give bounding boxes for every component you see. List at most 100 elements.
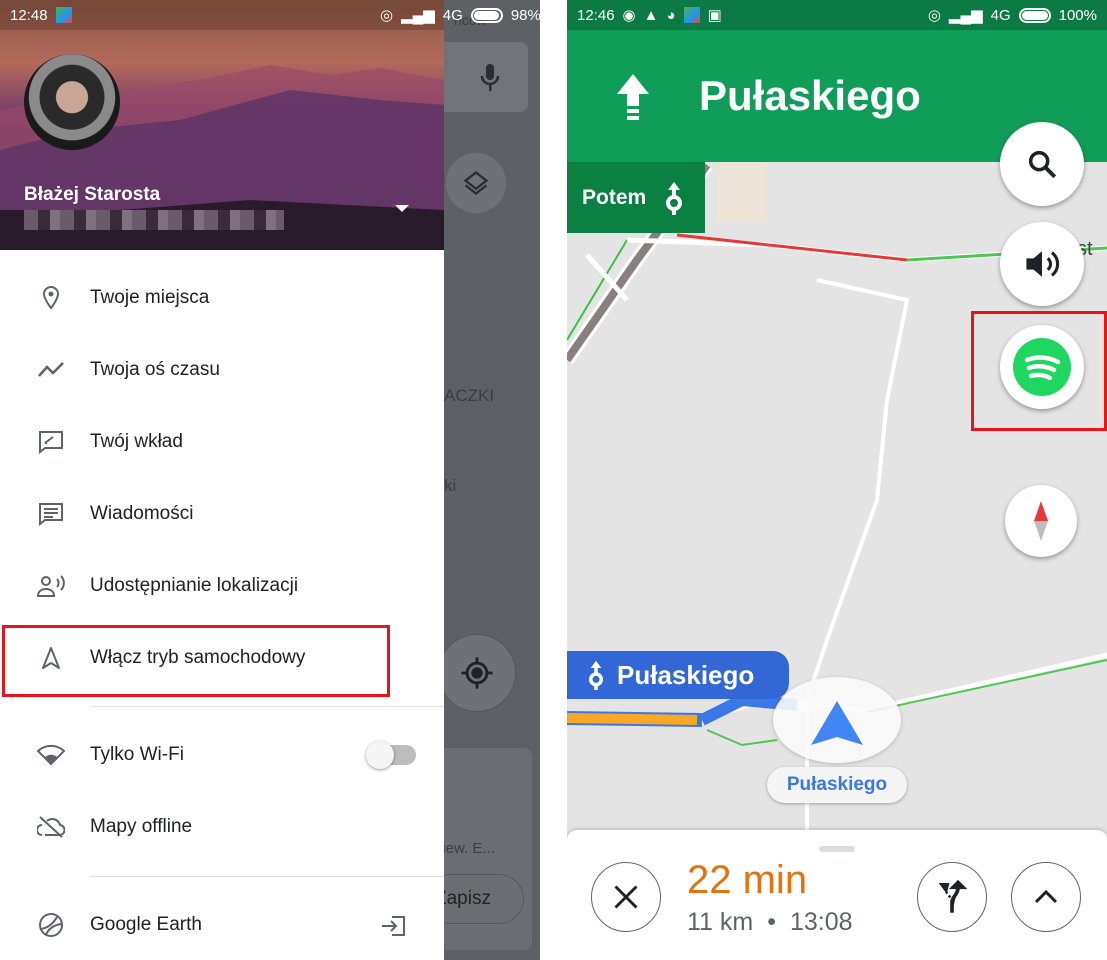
maps-notification-icon	[683, 7, 700, 23]
menu-item-wifi-only[interactable]: Tylko Wi-Fi	[0, 725, 444, 785]
then-panel: Potem	[567, 162, 705, 233]
search-icon	[1028, 150, 1057, 179]
menu-label: Google Earth	[90, 914, 202, 935]
chevron-up-icon	[1034, 889, 1058, 904]
place-card[interactable]: niew. E... Zapisz	[424, 748, 532, 950]
battery-level: 100%	[1058, 6, 1097, 24]
account-header: 12:48 Błażej Starosta	[0, 0, 444, 250]
exit-navigation-button[interactable]	[591, 862, 661, 932]
my-location-button[interactable]	[438, 634, 516, 712]
eta-duration: 22 min	[687, 858, 808, 902]
cloud-off-icon	[37, 816, 65, 838]
status-bar-right: ◎ ▂▄▆ 4G 98%	[380, 0, 540, 30]
signal-icon: ▂▄▆	[948, 7, 983, 24]
menu-label: Tylko Wi-Fi	[90, 744, 184, 765]
map-label: ACZKI	[444, 386, 495, 405]
eta-sheet[interactable]: 22 min 11 km • 13:08	[567, 830, 1107, 960]
hotspot-icon: ◎	[927, 7, 941, 24]
eta-details: 11 km • 13:08	[687, 908, 853, 937]
battery-icon	[470, 7, 503, 23]
menu-item-offline-maps[interactable]: Mapy offline	[0, 797, 444, 857]
wifi-icon	[37, 744, 65, 766]
menu-label: Mapy offline	[90, 816, 193, 837]
navigation-notification-icon: ▲	[643, 6, 659, 24]
close-icon	[614, 885, 638, 909]
spotify-notification-icon: ◉	[622, 7, 636, 24]
divider	[90, 876, 444, 877]
signal-icon: ▂▄▆	[401, 7, 435, 24]
maps-notification-icon	[55, 7, 72, 23]
status-bar: 12:48	[0, 0, 444, 30]
status-bar: 12:46 ◉ ▲ ◕ ▣ ◎ ▂▄▆ 4G 100%	[567, 0, 1107, 30]
messenger-notification-icon: ◕	[666, 6, 676, 24]
right-screen: yst 12:46 ◉ ▲ ◕ ▣ ◎▂▄▆4G100% Pułaskiego …	[567, 0, 1107, 960]
current-street-label: Pułaskiego	[767, 767, 907, 803]
next-street-label: Pułaskiego	[567, 651, 789, 699]
navigation-drawer: Twoje miejsca Twoja oś czasu Twój wkład …	[0, 250, 444, 960]
eta-distance: 11 km	[687, 908, 754, 936]
location-sharing-icon	[36, 575, 65, 597]
network-type: 4G	[990, 6, 1011, 24]
pin-icon	[42, 285, 60, 310]
battery-level: 98%	[510, 6, 540, 24]
menu-label: Udostępnianie lokalizacji	[90, 575, 299, 596]
volume-icon	[1026, 251, 1060, 277]
hotspot-icon: ◎	[380, 7, 394, 24]
contribute-icon	[39, 431, 63, 454]
avatar[interactable]	[24, 54, 120, 150]
then-label: Potem	[582, 185, 647, 209]
menu-label: Twój wkład	[90, 431, 183, 452]
fork-route-icon	[938, 880, 967, 913]
twitch-notification-icon: ▣	[707, 7, 722, 24]
navigation-arrow-icon	[811, 701, 863, 745]
compass-icon	[1034, 501, 1048, 541]
menu-item-messages[interactable]: Wiadomości	[0, 484, 444, 544]
highlight-box	[2, 625, 390, 697]
next-street-text: Pułaskiego	[617, 659, 755, 690]
menu-label: Wiadomości	[90, 503, 194, 524]
wifi-only-toggle[interactable]	[366, 741, 416, 769]
menu-item-timeline[interactable]: Twoja oś czasu	[0, 340, 444, 400]
left-screen: ncow ACZKI ki niew. E... Zapisz 12:48 Bł…	[0, 0, 540, 960]
menu-item-contributions[interactable]: Twój wkład	[0, 412, 444, 472]
straight-arrow-icon	[617, 74, 649, 120]
message-icon	[39, 503, 63, 526]
layers-icon	[463, 171, 489, 195]
earth-icon	[39, 913, 63, 937]
status-time: 12:46	[577, 6, 615, 24]
eta-arrival: 13:08	[790, 908, 853, 936]
timeline-icon	[38, 362, 64, 377]
roundabout-icon	[666, 181, 683, 215]
current-street-text: Pułaskiego	[786, 774, 888, 795]
roundabout-icon	[588, 660, 604, 690]
position-puck	[773, 677, 901, 763]
layers-button[interactable]	[446, 153, 506, 213]
search-bar[interactable]	[444, 42, 528, 112]
dimmed-map[interactable]: ncow ACZKI ki niew. E... Zapisz	[424, 0, 540, 960]
expand-button[interactable]	[1011, 862, 1081, 932]
mic-icon[interactable]	[480, 62, 500, 94]
menu-label: Twoja oś czasu	[90, 359, 220, 380]
menu-item-your-places[interactable]: Twoje miejsca	[0, 268, 444, 328]
network-type: 4G	[442, 6, 463, 24]
menu-item-location-sharing[interactable]: Udostępnianie lokalizacji	[0, 556, 444, 616]
search-button[interactable]	[1000, 122, 1084, 206]
drag-handle[interactable]	[819, 846, 855, 852]
account-email-blurred	[24, 210, 284, 230]
account-dropdown-icon[interactable]	[395, 205, 409, 212]
sound-button[interactable]	[1000, 222, 1084, 306]
map-label: ki	[444, 476, 457, 495]
eta-separator: •	[767, 908, 776, 936]
menu-label: Twoje miejsca	[90, 287, 210, 308]
battery-icon	[1018, 7, 1051, 23]
menu-item-google-earth[interactable]: Google Earth	[0, 895, 444, 955]
highlight-box	[971, 311, 1107, 431]
status-time: 12:48	[10, 6, 48, 24]
banner-street: Pułaskiego	[699, 72, 921, 119]
account-name: Błażej Starosta	[24, 184, 161, 205]
compass-button[interactable]	[1005, 485, 1077, 557]
divider	[90, 706, 444, 707]
alternate-routes-button[interactable]	[917, 862, 987, 932]
open-external-icon[interactable]	[380, 915, 406, 937]
crosshair-icon	[461, 657, 493, 689]
